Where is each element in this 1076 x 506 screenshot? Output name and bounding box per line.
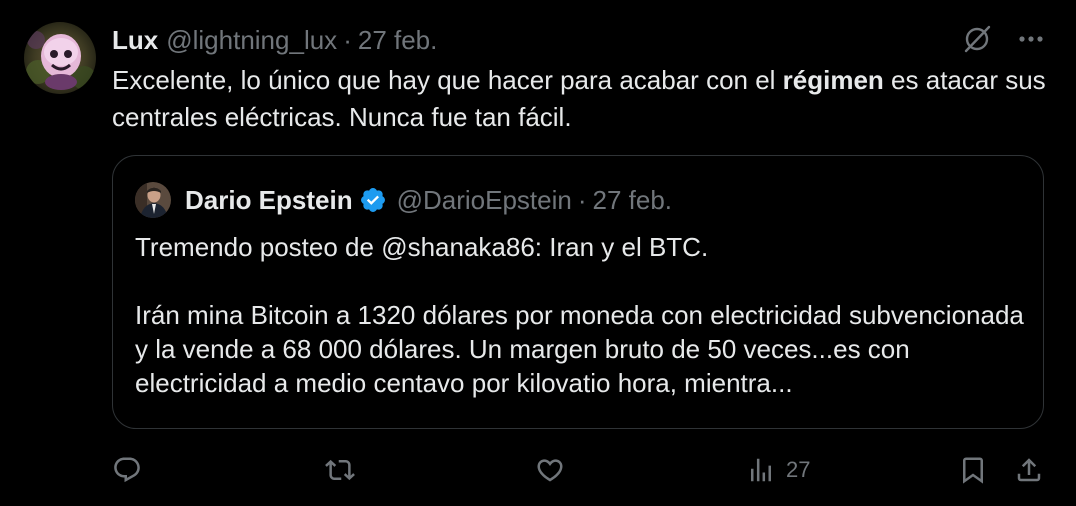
quoted-author-handle[interactable]: @DarioEpstein — [397, 185, 572, 216]
tweet-action-bar: 27 — [0, 448, 1076, 492]
quoted-separator-dot: · — [577, 184, 587, 215]
quoted-tweet[interactable]: Dario Epstein @DarioEpstein · 27 feb. Tr… — [112, 155, 1044, 429]
author-handle[interactable]: @lightning_lux — [166, 25, 337, 56]
retweet-button[interactable] — [325, 448, 355, 492]
reply-button[interactable] — [112, 448, 142, 492]
tweet-text-part1: Excelente, lo único que hay que hacer pa… — [112, 65, 783, 95]
like-button[interactable] — [535, 448, 565, 492]
avatar-image — [24, 22, 96, 94]
retweet-icon — [325, 459, 355, 481]
tweet-top-actions — [962, 24, 1046, 54]
quoted-avatar-image — [135, 182, 171, 218]
more-icon[interactable] — [1016, 24, 1046, 54]
bookmark-button[interactable] — [958, 448, 988, 492]
quoted-author-display-name[interactable]: Dario Epstein — [185, 185, 353, 216]
tweet-text-bold: régimen — [782, 65, 884, 95]
quoted-paragraph-1: Tremendo posteo de @shanaka86: Iran y el… — [135, 232, 709, 262]
tweet-header: Lux @lightning_lux · 27 feb. — [112, 24, 437, 56]
verified-badge-icon — [359, 186, 387, 214]
quoted-tweet-date[interactable]: 27 feb. — [593, 185, 673, 216]
reply-icon — [114, 457, 140, 483]
separator-dot: · — [343, 24, 352, 55]
like-icon — [537, 459, 563, 482]
tweet[interactable]: Lux @lightning_lux · 27 feb. Excelente, … — [0, 0, 1076, 506]
tweet-date[interactable]: 27 feb. — [358, 25, 438, 56]
quoted-paragraph-2: Irán mina Bitcoin a 1320 dólares por mon… — [135, 300, 1024, 398]
bookmark-icon — [963, 457, 983, 484]
quoted-tweet-body: Tremendo posteo de @shanaka86: Iran y el… — [135, 230, 1025, 400]
tweet-text: Excelente, lo único que hay que hacer pa… — [112, 62, 1052, 136]
quoted-avatar[interactable] — [135, 182, 171, 218]
quoted-tweet-header: Dario Epstein @DarioEpstein · 27 feb. — [135, 182, 672, 218]
avatar[interactable] — [24, 22, 96, 94]
share-icon — [1017, 458, 1041, 482]
author-display-name[interactable]: Lux — [112, 25, 158, 56]
share-button[interactable] — [1014, 448, 1044, 492]
views-icon — [751, 458, 771, 482]
views-button[interactable]: 27 — [746, 448, 810, 492]
grok-icon[interactable] — [962, 24, 992, 54]
views-count: 27 — [786, 457, 811, 482]
